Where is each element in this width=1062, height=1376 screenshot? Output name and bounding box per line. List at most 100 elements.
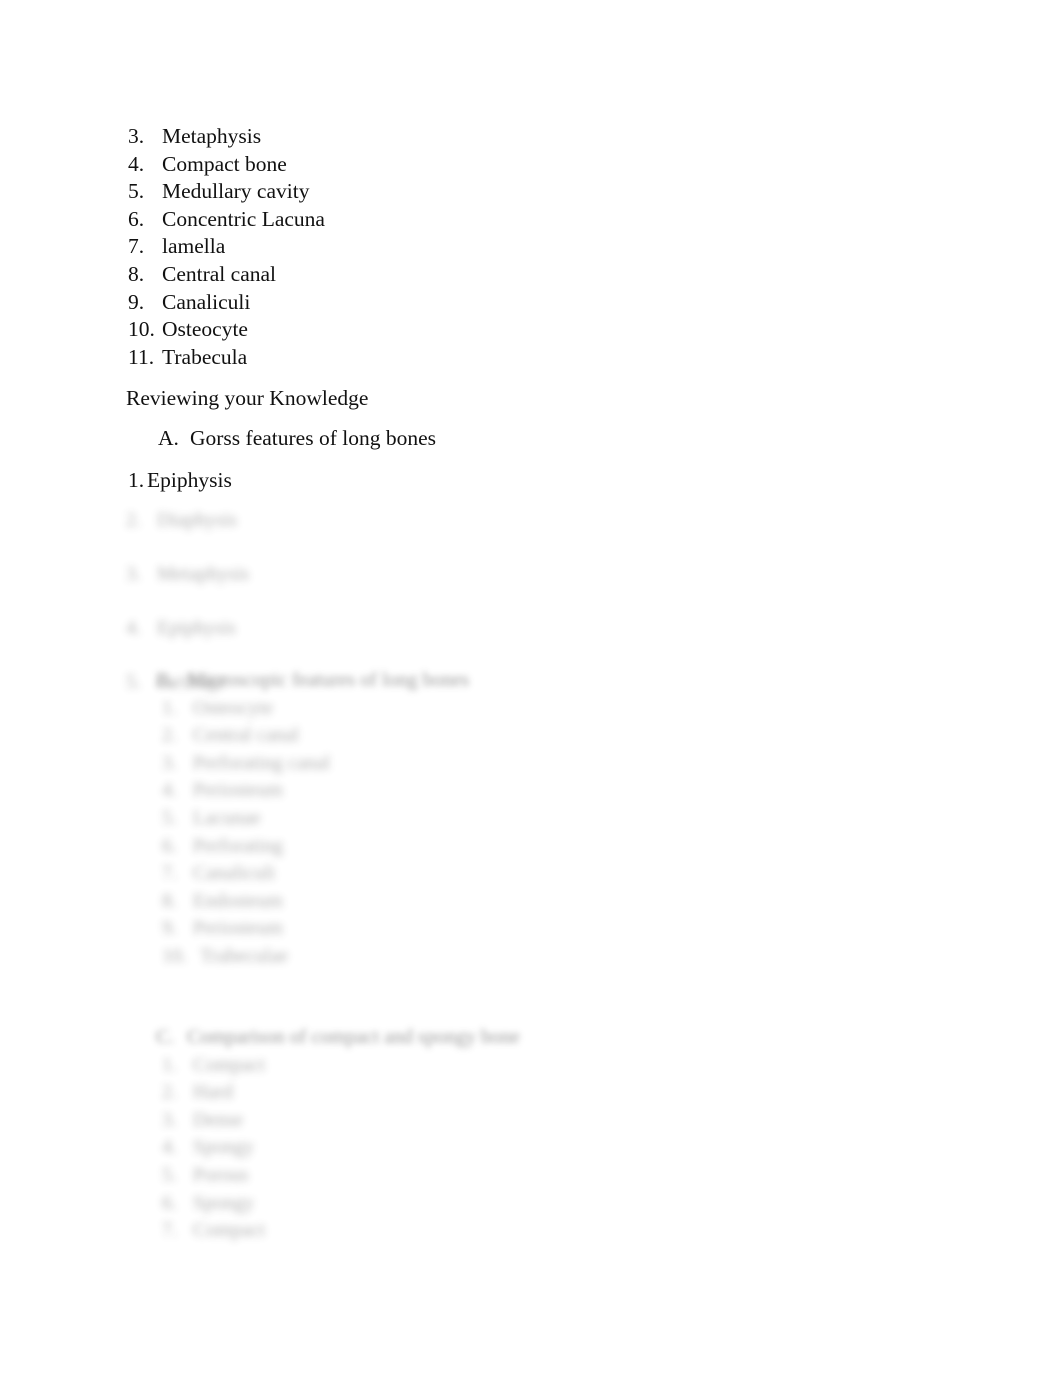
obscured-item-label: Epiphysis <box>157 617 236 639</box>
obscured-item-number: 4. <box>126 617 141 639</box>
obscured-item-number: 7. <box>162 1219 177 1242</box>
obscured-list-item: 5. Lacunae <box>162 805 469 833</box>
obscured-list-item: 2. Hard <box>162 1079 520 1107</box>
obscured-item-label: Perforating <box>193 834 283 857</box>
list-item: 6. Concentric Lacuna <box>128 206 828 234</box>
obscured-item-number: 9. <box>162 917 177 940</box>
obscured-item-number: 3. <box>126 563 141 585</box>
obscured-list-item: 7. Canaliculi <box>162 860 469 888</box>
list-item-label: Metaphysis <box>162 124 262 148</box>
obscured-item-number: 5. <box>162 806 177 829</box>
obscured-item-number: 3. <box>162 751 177 774</box>
obscured-item-label: Trabeculae <box>200 944 289 967</box>
section-a-title: Gorss features of long bones <box>190 426 437 450</box>
obscured-item-number: 5. <box>126 671 141 693</box>
obscured-list-item: 2. Diaphysis <box>126 507 249 547</box>
obscured-item-label: Metaphysis <box>157 563 250 585</box>
obscured-item-label: Canaliculi <box>193 862 276 885</box>
section-c-heading: C. Comparison of compact and spongy bone <box>156 1024 520 1052</box>
obscured-list-item: 9. Periosteum <box>162 915 469 943</box>
section-a-heading: A. Gorss features of long bones <box>158 425 436 453</box>
obscured-item-label: Endosteum <box>193 889 283 912</box>
list-item-number: 5. <box>128 179 145 204</box>
list-item-label: lamella <box>162 234 226 259</box>
obscured-list-item: 4. Epiphysis <box>126 615 249 655</box>
section-heading-reviewing-your-knowledge: Reviewing your Knowledge <box>126 386 369 410</box>
list-item-number: 9. <box>128 289 145 314</box>
list-item-label: Trabecula <box>162 344 248 369</box>
obscured-list-item: 3. Dense <box>162 1107 520 1135</box>
list-item-label: Central canal <box>162 261 277 286</box>
list-item-label: Concentric Lacuna <box>162 206 325 231</box>
obscured-item-label: Hard <box>193 1081 233 1104</box>
obscured-item-number: 1. <box>162 696 177 719</box>
bone-terms-list: 3. Metaphysis 4. Compact bone 5. Medulla… <box>128 123 828 371</box>
obscured-content-section-b: B. Microscopic features of long bones 1.… <box>156 667 469 971</box>
list-item-number: 8. <box>128 261 145 286</box>
list-item: 3. Metaphysis <box>128 123 828 151</box>
obscured-list-item: 7. Compact <box>162 1217 520 1245</box>
obscured-item-number: 6. <box>162 1191 177 1214</box>
obscured-list-item: 3. Metaphysis <box>126 561 249 601</box>
obscured-item-label: Osteocyte <box>193 696 273 719</box>
list-item: 9. Canaliculi <box>128 289 828 317</box>
list-item-number: 7. <box>128 234 145 259</box>
obscured-list-item: 10. Trabeculae <box>162 943 469 971</box>
section-a-item-1-label: Epiphysis <box>147 468 232 492</box>
obscured-list-item: 1. Osteocyte <box>162 695 469 723</box>
obscured-item-number: 2. <box>162 1081 177 1104</box>
obscured-list-item: 6. Perforating <box>162 833 469 861</box>
section-b-title: Microscopic features of long bones <box>187 669 470 691</box>
document-page: 3. Metaphysis 4. Compact bone 5. Medulla… <box>0 0 1062 1376</box>
obscured-list-item: 4. Spongy <box>162 1134 520 1162</box>
obscured-item-number: 6. <box>162 834 177 857</box>
section-a-marker: A. <box>158 426 179 450</box>
list-item: 4. Compact bone <box>128 151 828 179</box>
section-b-marker: B. <box>156 669 175 691</box>
list-item: 7. lamella <box>128 233 828 261</box>
list-item-number: 6. <box>128 206 145 231</box>
obscured-item-label: Compact <box>193 1219 266 1242</box>
list-item-label: Canaliculi <box>162 289 251 314</box>
list-item: 8. Central canal <box>128 261 828 289</box>
list-item: 10. Osteocyte <box>128 316 828 344</box>
list-item-label: Osteocyte <box>162 317 248 342</box>
obscured-item-number: 4. <box>162 779 177 802</box>
list-item-number: 10. <box>128 317 155 342</box>
obscured-list-item: 1. Compact <box>162 1052 520 1080</box>
obscured-item-label: Perforating canal <box>193 751 331 774</box>
obscured-list-item: 5. Porous <box>162 1162 520 1190</box>
obscured-item-label: Diaphysis <box>157 509 237 531</box>
section-a-item-1-number: 1. <box>128 468 145 492</box>
obscured-item-number: 10. <box>162 944 187 967</box>
list-item-number: 3. <box>128 124 145 148</box>
obscured-item-number: 4. <box>162 1136 177 1159</box>
section-c-title: Comparison of compact and spongy bone <box>187 1026 520 1048</box>
obscured-list-item: 4. Periosteum <box>162 777 469 805</box>
obscured-item-number: 2. <box>162 724 177 747</box>
obscured-item-number: 5. <box>162 1163 177 1186</box>
obscured-item-label: Spongy <box>193 1191 255 1214</box>
section-a-item-1: 1. Epiphysis <box>128 467 232 495</box>
list-item-number: 4. <box>128 151 145 176</box>
obscured-list-item: 8. Endosteum <box>162 888 469 916</box>
obscured-item-number: 1. <box>162 1053 177 1076</box>
list-item-label: Compact bone <box>162 151 287 176</box>
obscured-content-section-c: C. Comparison of compact and spongy bone… <box>156 1024 520 1245</box>
obscured-item-label: Dense <box>193 1108 243 1131</box>
section-c-marker: C. <box>156 1026 175 1048</box>
obscured-item-number: 3. <box>162 1108 177 1131</box>
obscured-item-label: Central canal <box>193 724 300 747</box>
obscured-item-number: 7. <box>162 862 177 885</box>
list-item: 11. Trabecula <box>128 344 828 372</box>
obscured-item-label: Lacunae <box>193 806 261 829</box>
obscured-item-label: Compact <box>193 1053 266 1076</box>
list-item-label: Medullary cavity <box>162 179 310 204</box>
obscured-item-number: 8. <box>162 889 177 912</box>
obscured-list-item: 2. Central canal <box>162 722 469 750</box>
section-b-heading: B. Microscopic features of long bones <box>156 667 469 695</box>
obscured-list-item: 6. Spongy <box>162 1190 520 1218</box>
obscured-item-label: Porous <box>193 1163 249 1186</box>
obscured-item-label: Periosteum <box>193 917 283 940</box>
list-item-number: 11. <box>128 344 155 369</box>
